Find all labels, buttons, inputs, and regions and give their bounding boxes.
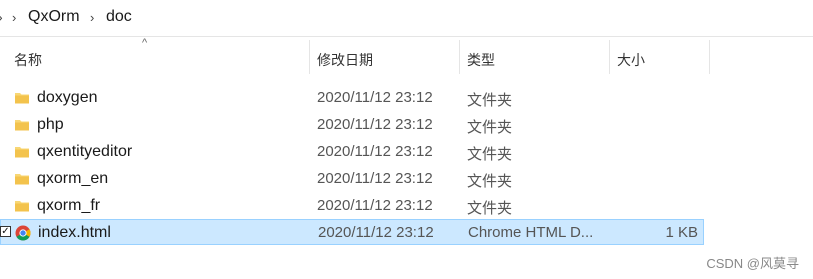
file-date: 2020/11/12 23:12 [317, 143, 433, 160]
file-type: 文件夹 [467, 200, 513, 217]
file-type: 文件夹 [467, 92, 513, 109]
file-type: 文件夹 [467, 119, 513, 136]
address-bar[interactable]: › › QxOrm › doc [0, 0, 813, 37]
file-type: 文件夹 [467, 146, 513, 163]
file-name: qxentityeditor [37, 143, 133, 160]
chevron-right-icon[interactable]: › [0, 9, 3, 25]
column-header-type[interactable]: 类型 [467, 50, 495, 70]
file-type: 文件夹 [467, 173, 513, 190]
chevron-right-icon[interactable]: › [90, 10, 94, 25]
sort-ascending-icon: ^ [142, 37, 148, 49]
column-header-name[interactable]: 名称 [14, 50, 42, 70]
column-divider[interactable] [459, 40, 460, 74]
list-item[interactable]: qxorm_en 2020/11/12 23:12 文件夹 [0, 166, 704, 192]
folder-icon [14, 144, 30, 160]
file-name: index.html [38, 224, 111, 241]
list-item[interactable]: qxentityeditor 2020/11/12 23:12 文件夹 [0, 139, 704, 165]
file-date: 2020/11/12 23:12 [317, 170, 433, 187]
chrome-icon [15, 225, 31, 241]
column-header-size[interactable]: 大小 [617, 50, 645, 70]
folder-icon [14, 198, 30, 214]
list-item[interactable]: php 2020/11/12 23:12 文件夹 [0, 112, 704, 138]
column-divider[interactable] [709, 40, 710, 74]
breadcrumb-item-qxorm[interactable]: QxOrm [28, 8, 80, 26]
column-header-date[interactable]: 修改日期 [317, 50, 373, 70]
file-size: 1 KB [665, 224, 698, 241]
list-item[interactable]: qxorm_fr 2020/11/12 23:12 文件夹 [0, 193, 704, 219]
file-date: 2020/11/12 23:12 [318, 224, 434, 241]
column-divider[interactable] [609, 40, 610, 74]
file-name: qxorm_en [37, 170, 109, 187]
file-name: qxorm_fr [37, 197, 101, 214]
file-name: php [37, 116, 64, 133]
list-item-selected[interactable]: ✓ index.html 2020/11/12 23:12 Chrome HTM… [0, 219, 704, 245]
chevron-right-icon[interactable]: › [12, 10, 16, 25]
file-type: Chrome HTML D... [468, 224, 594, 241]
column-header: ^ 名称 修改日期 类型 大小 [0, 37, 813, 74]
list-item[interactable]: doxygen 2020/11/12 23:12 文件夹 [0, 85, 704, 111]
column-divider[interactable] [309, 40, 310, 74]
file-name: doxygen [37, 89, 98, 106]
item-checkbox[interactable]: ✓ [0, 226, 11, 237]
breadcrumb-item-doc[interactable]: doc [106, 8, 132, 26]
file-date: 2020/11/12 23:12 [317, 89, 433, 106]
folder-icon [14, 90, 30, 106]
folder-icon [14, 171, 30, 187]
file-date: 2020/11/12 23:12 [317, 116, 433, 133]
watermark: CSDN @风莫寻 [706, 256, 799, 271]
file-date: 2020/11/12 23:12 [317, 197, 433, 214]
folder-icon [14, 117, 30, 133]
